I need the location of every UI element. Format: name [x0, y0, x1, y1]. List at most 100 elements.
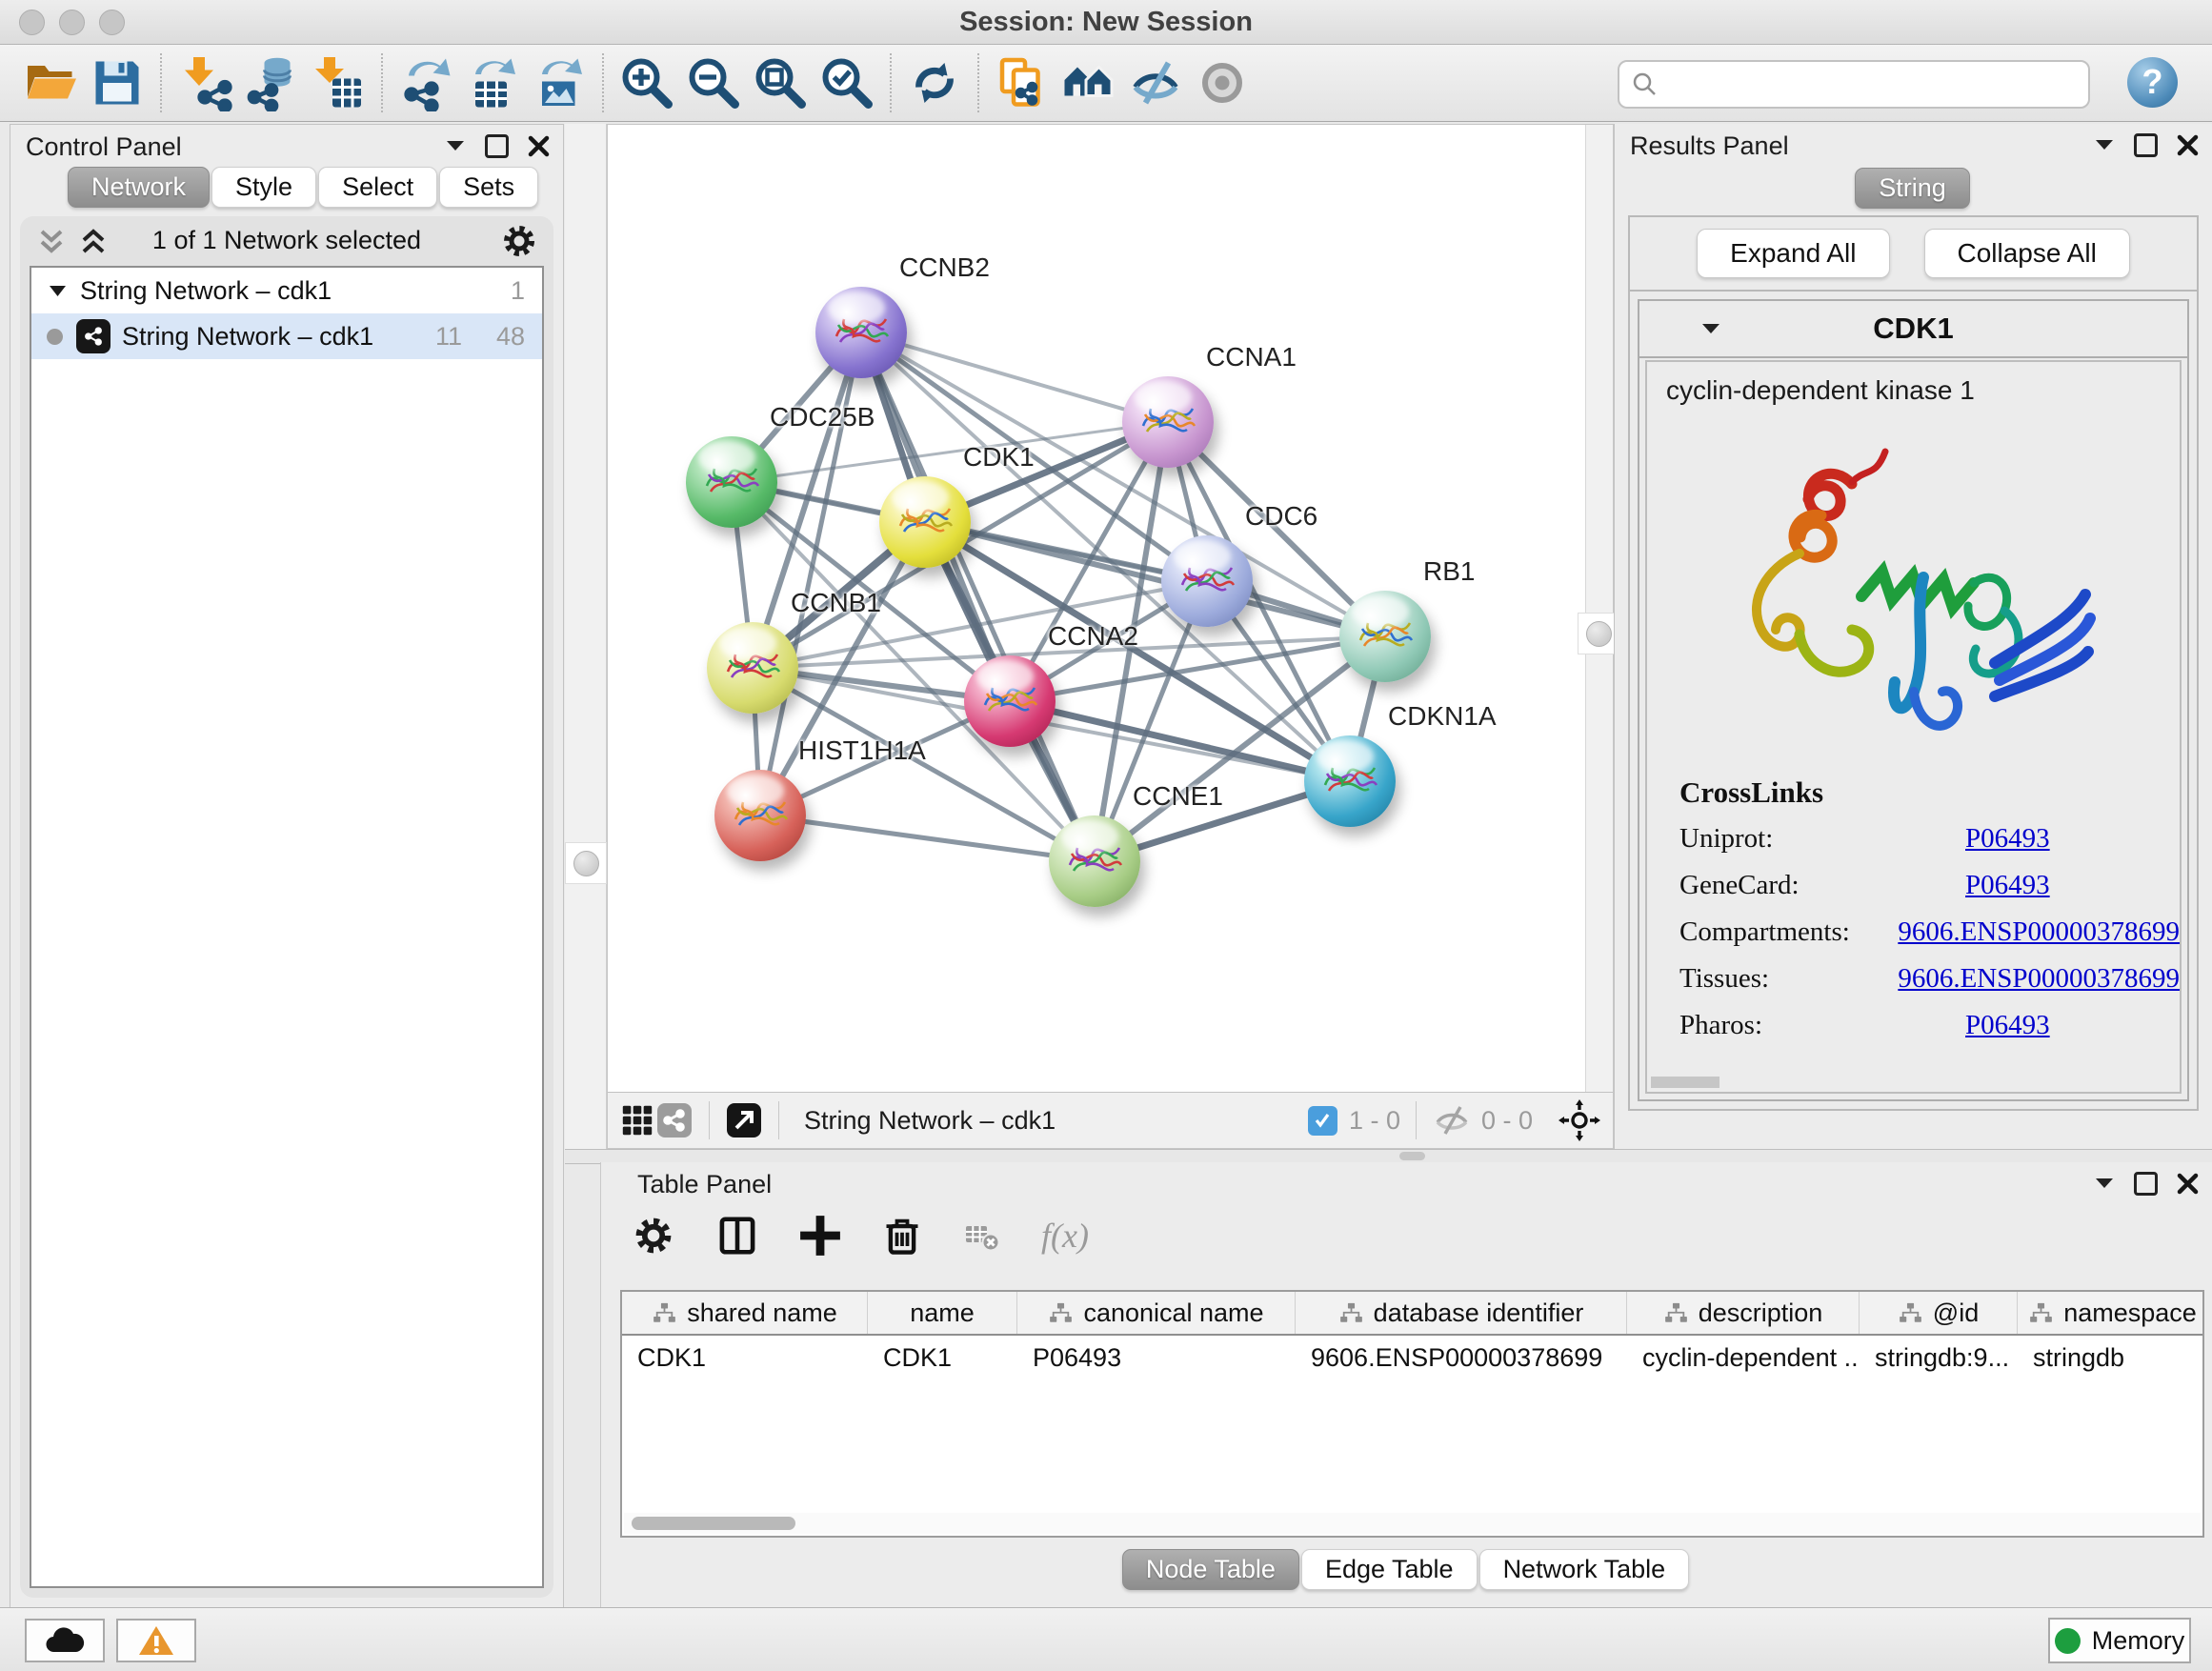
- crosslink-link[interactable]: 9606.ENSP00000378699: [1898, 916, 2180, 948]
- collapse-all-button[interactable]: Collapse All: [1924, 229, 2130, 278]
- node-label-CCNA1: CCNA1: [1206, 342, 1297, 372]
- network-canvas[interactable]: CCNB2CCNA1CDC25BCDK1CDC6RB1CCNB1CCNA2CDK…: [608, 125, 1586, 1093]
- detach-view-icon[interactable]: [725, 1101, 763, 1139]
- column-header-shared-name[interactable]: shared name: [622, 1292, 868, 1334]
- results-horizontal-scrollbar[interactable]: [1651, 1077, 1719, 1088]
- zoom-out-icon[interactable]: [685, 54, 742, 111]
- network-options-gear-icon[interactable]: [500, 222, 538, 260]
- network-node-CDC6[interactable]: [1161, 535, 1253, 627]
- panel-float-icon[interactable]: [2134, 133, 2158, 157]
- memory-button[interactable]: Memory: [2048, 1618, 2191, 1663]
- tab-select[interactable]: Select: [318, 167, 437, 208]
- crosslink-row: Uniprot:P06493: [1679, 823, 2180, 855]
- network-node-CDK1[interactable]: [879, 476, 971, 568]
- table-cell[interactable]: CDK1: [868, 1336, 1017, 1379]
- search-input[interactable]: [1671, 64, 2081, 105]
- birds-eye-navigator-icon[interactable]: [1558, 1098, 1601, 1142]
- table-cell[interactable]: stringdb: [2018, 1336, 2204, 1379]
- scrollbar-thumb[interactable]: [632, 1517, 795, 1530]
- export-table-icon[interactable]: [464, 54, 521, 111]
- zoom-selected-icon[interactable]: [818, 54, 875, 111]
- table-cell[interactable]: cyclin-dependent ...: [1627, 1336, 1860, 1379]
- help-icon[interactable]: ?: [2127, 57, 2178, 108]
- show-columns-icon[interactable]: [715, 1214, 759, 1258]
- tree-expand-icon[interactable]: [49, 285, 67, 297]
- table-options-gear-icon[interactable]: [632, 1214, 675, 1258]
- import-table-icon[interactable]: [310, 54, 367, 111]
- column-header-canonical-name[interactable]: canonical name: [1017, 1292, 1296, 1334]
- refresh-icon[interactable]: [906, 54, 963, 111]
- tab-string[interactable]: String: [1855, 168, 1970, 209]
- table-row[interactable]: CDK1CDK1P064939606.ENSP00000378699cyclin…: [622, 1336, 2202, 1379]
- node-entry-header[interactable]: CDK1: [1639, 301, 2187, 358]
- crosslink-link[interactable]: P06493: [1965, 1010, 2050, 1041]
- add-column-icon[interactable]: [799, 1215, 841, 1257]
- crosslink-label: Tissues:: [1679, 963, 1898, 995]
- crosslink-link[interactable]: P06493: [1965, 823, 2050, 855]
- home-neighbors-icon[interactable]: [1060, 54, 1117, 111]
- column-header-description[interactable]: description: [1627, 1292, 1860, 1334]
- export-network-icon[interactable]: [397, 54, 454, 111]
- selected-checkbox-icon[interactable]: [1308, 1106, 1337, 1136]
- copy-network-document-icon[interactable]: [994, 54, 1051, 111]
- network-node-CCNA2[interactable]: [964, 655, 1056, 747]
- network-node-CCNA1[interactable]: [1122, 376, 1214, 468]
- table-cell[interactable]: stringdb:9...: [1860, 1336, 2018, 1379]
- network-node-CDC25B[interactable]: [686, 436, 777, 528]
- node-label-HIST1H1A: HIST1H1A: [798, 735, 926, 766]
- panel-float-icon[interactable]: [485, 134, 509, 158]
- network-collection-row[interactable]: String Network – cdk1 1: [31, 268, 542, 313]
- table-cell[interactable]: 9606.ENSP00000378699: [1296, 1336, 1627, 1379]
- panel-close-icon[interactable]: [528, 135, 550, 157]
- network-node-HIST1H1A[interactable]: [714, 770, 806, 861]
- import-network-from-database-icon[interactable]: [243, 54, 300, 111]
- network-edge-CCNB2-CCNE1[interactable]: [861, 332, 1095, 861]
- column-header-name[interactable]: name: [868, 1292, 1017, 1334]
- network-node-CDKN1A[interactable]: [1304, 735, 1396, 827]
- network-node-RB1[interactable]: [1339, 591, 1431, 682]
- tab-style[interactable]: Style: [211, 167, 316, 208]
- column-header-database-identifier[interactable]: database identifier: [1296, 1292, 1627, 1334]
- column-header-namespace[interactable]: namespace: [2018, 1292, 2204, 1334]
- splitter-handle[interactable]: [1399, 1152, 1425, 1160]
- zoom-in-icon[interactable]: [618, 54, 675, 111]
- warnings-button[interactable]: [116, 1619, 196, 1662]
- hide-unhide-icon[interactable]: [1127, 54, 1184, 111]
- tab-node-table[interactable]: Node Table: [1122, 1549, 1299, 1590]
- table-horizontal-scrollbar[interactable]: [624, 1513, 2201, 1534]
- panel-float-icon[interactable]: [2134, 1172, 2158, 1196]
- save-session-icon[interactable]: [89, 54, 146, 111]
- network-node-CCNB1[interactable]: [707, 622, 798, 714]
- grid-view-icon[interactable]: [619, 1102, 655, 1138]
- panel-close-icon[interactable]: [2177, 1173, 2199, 1195]
- network-node-CCNE1[interactable]: [1049, 815, 1140, 907]
- open-session-icon[interactable]: [22, 54, 79, 111]
- tab-edge-table[interactable]: Edge Table: [1301, 1549, 1478, 1590]
- crosslink-link[interactable]: P06493: [1965, 870, 2050, 901]
- column-header-@id[interactable]: @id: [1860, 1292, 2018, 1334]
- entry-collapse-icon[interactable]: [1700, 322, 1721, 336]
- cloud-button[interactable]: [25, 1619, 105, 1662]
- export-image-icon[interactable]: [531, 54, 588, 111]
- network-edge-HIST1H1A-CCNE1[interactable]: [760, 815, 1095, 861]
- table-cell[interactable]: CDK1: [622, 1336, 868, 1379]
- control-panel-splitter[interactable]: [565, 124, 607, 1149]
- panel-collapse-icon[interactable]: [2094, 138, 2115, 152]
- network-edge-CDK1-RB1[interactable]: [925, 522, 1385, 636]
- panel-close-icon[interactable]: [2177, 134, 2199, 156]
- panel-collapse-icon[interactable]: [2094, 1177, 2115, 1191]
- tab-network[interactable]: Network: [68, 167, 210, 208]
- results-panel-splitter[interactable]: [1585, 125, 1613, 1093]
- expand-all-button[interactable]: Expand All: [1697, 229, 1889, 278]
- network-node-CCNB2[interactable]: [815, 287, 907, 378]
- zoom-fit-icon[interactable]: [752, 54, 809, 111]
- network-row-selected[interactable]: String Network – cdk1 11 48: [31, 313, 542, 359]
- crosslink-link[interactable]: 9606.ENSP00000378699: [1898, 963, 2180, 995]
- splitter-handle[interactable]: [565, 842, 607, 884]
- delete-column-icon[interactable]: [881, 1215, 923, 1257]
- tab-sets[interactable]: Sets: [439, 167, 538, 208]
- tab-network-table[interactable]: Network Table: [1479, 1549, 1690, 1590]
- panel-collapse-icon[interactable]: [445, 139, 466, 153]
- table-cell[interactable]: P06493: [1017, 1336, 1296, 1379]
- import-network-icon[interactable]: [176, 54, 233, 111]
